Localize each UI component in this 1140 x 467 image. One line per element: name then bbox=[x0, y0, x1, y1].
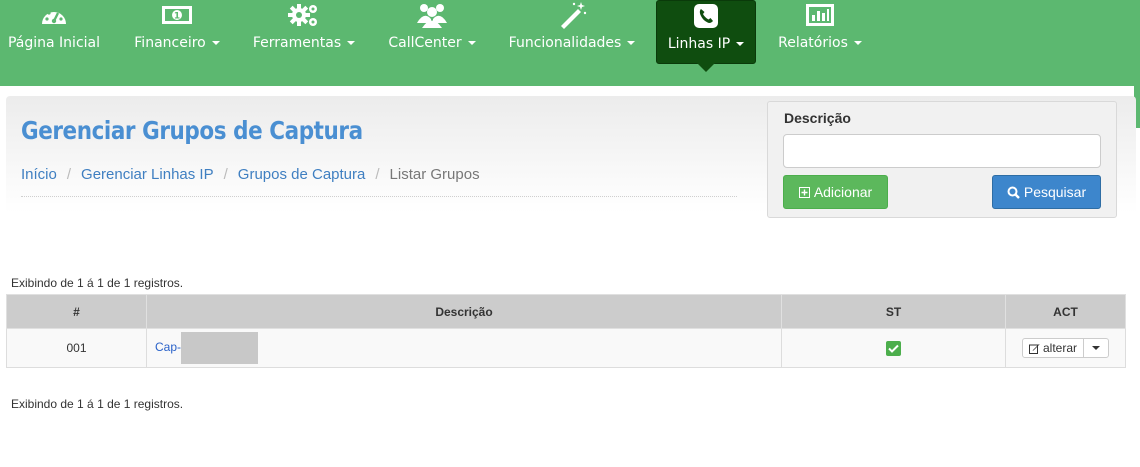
column-header-id: # bbox=[6, 294, 147, 329]
search-icon bbox=[1007, 186, 1020, 199]
add-button-label: Adicionar bbox=[813, 184, 873, 200]
records-count-top: Exibindo de 1 á 1 de 1 registros. bbox=[11, 276, 184, 290]
breadcrumb-separator: / bbox=[223, 165, 228, 183]
nav-label: Relatórios bbox=[778, 35, 862, 51]
nav-item-linhas-ip[interactable]: Linhas IP bbox=[656, 0, 756, 72]
breadcrumb-inicio[interactable]: Início bbox=[21, 166, 57, 183]
nav-item-pagina-inicial[interactable]: Página Inicial bbox=[8, 0, 100, 64]
breadcrumb-separator: / bbox=[375, 165, 380, 183]
users-group-icon bbox=[415, 0, 449, 30]
nav-label: CallCenter bbox=[388, 35, 476, 51]
search-panel: Descrição Adicionar Pesquisar bbox=[767, 101, 1117, 218]
plus-square-icon bbox=[798, 186, 810, 198]
chevron-down-icon bbox=[1092, 346, 1100, 350]
nav-label: Financeiro bbox=[134, 35, 220, 51]
column-header-status: ST bbox=[781, 294, 1006, 329]
row-status-cell bbox=[781, 328, 1006, 368]
records-count-bottom: Exibindo de 1 á 1 de 1 registros. bbox=[11, 397, 184, 411]
breadcrumb-grupos-de-captura[interactable]: Grupos de Captura bbox=[238, 166, 366, 183]
add-button[interactable]: Adicionar bbox=[783, 175, 888, 209]
description-label: Descrição bbox=[784, 110, 851, 126]
column-header-actions: ACT bbox=[1005, 294, 1126, 329]
table-row: 001 Cap- alterar bbox=[6, 328, 1126, 368]
row-description-cell: Cap- bbox=[146, 328, 782, 368]
chevron-down-icon bbox=[211, 41, 220, 45]
nav-item-ferramentas[interactable]: Ferramentas bbox=[253, 0, 356, 64]
redacted-text bbox=[181, 332, 259, 364]
gears-icon bbox=[287, 0, 321, 30]
chevron-down-icon bbox=[853, 41, 862, 45]
nav-label: Ferramentas bbox=[253, 35, 356, 51]
chevron-down-icon bbox=[467, 41, 476, 45]
groups-table: # Descrição ST ACT 001 Cap- alterar bbox=[6, 294, 1126, 368]
row-description-link[interactable]: Cap- bbox=[155, 340, 181, 354]
row-actions-cell: alterar bbox=[1005, 328, 1126, 368]
bar-chart-icon bbox=[805, 0, 835, 30]
money-bill-icon: 1 bbox=[161, 0, 193, 30]
edit-button-label: alterar bbox=[1042, 341, 1077, 355]
magic-wand-icon bbox=[557, 0, 587, 30]
breadcrumb-divider bbox=[21, 196, 737, 197]
pencil-square-icon bbox=[1028, 343, 1040, 354]
nav-label: Linhas IP bbox=[668, 36, 745, 52]
breadcrumb: Início / Gerenciar Linhas IP / Grupos de… bbox=[21, 164, 480, 184]
column-header-description: Descrição bbox=[146, 294, 782, 329]
nav-item-financeiro[interactable]: 1 Financeiro bbox=[134, 0, 220, 64]
description-input[interactable] bbox=[783, 134, 1101, 168]
breadcrumb-gerenciar-linhas-ip[interactable]: Gerenciar Linhas IP bbox=[81, 166, 214, 183]
chevron-down-icon bbox=[736, 42, 745, 46]
search-button-label: Pesquisar bbox=[1023, 184, 1087, 200]
phone-square-icon bbox=[693, 1, 719, 31]
check-square-icon bbox=[886, 340, 901, 356]
nav-item-callcenter[interactable]: CallCenter bbox=[388, 0, 476, 64]
nav-item-funcionalidades[interactable]: Funcionalidades bbox=[509, 0, 636, 64]
page-title: Gerenciar Grupos de Captura bbox=[21, 116, 363, 145]
breadcrumb-current: Listar Grupos bbox=[389, 165, 480, 183]
table-header-row: # Descrição ST ACT bbox=[6, 294, 1126, 329]
breadcrumb-separator: / bbox=[66, 165, 72, 183]
row-id: 001 bbox=[6, 328, 147, 368]
actions-dropdown-toggle[interactable] bbox=[1083, 339, 1108, 357]
svg-text:1: 1 bbox=[174, 12, 180, 22]
edit-button-group: alterar bbox=[1021, 338, 1109, 358]
nav-label: Página Inicial bbox=[7, 35, 101, 51]
nav-label: Funcionalidades bbox=[509, 35, 636, 51]
chevron-down-icon bbox=[347, 41, 356, 45]
chevron-down-icon bbox=[627, 41, 636, 45]
search-button[interactable]: Pesquisar bbox=[992, 175, 1101, 209]
edit-button[interactable]: alterar bbox=[1023, 339, 1083, 357]
dashboard-gauge-icon bbox=[39, 0, 69, 30]
nav-item-relatorios[interactable]: Relatórios bbox=[778, 0, 862, 64]
